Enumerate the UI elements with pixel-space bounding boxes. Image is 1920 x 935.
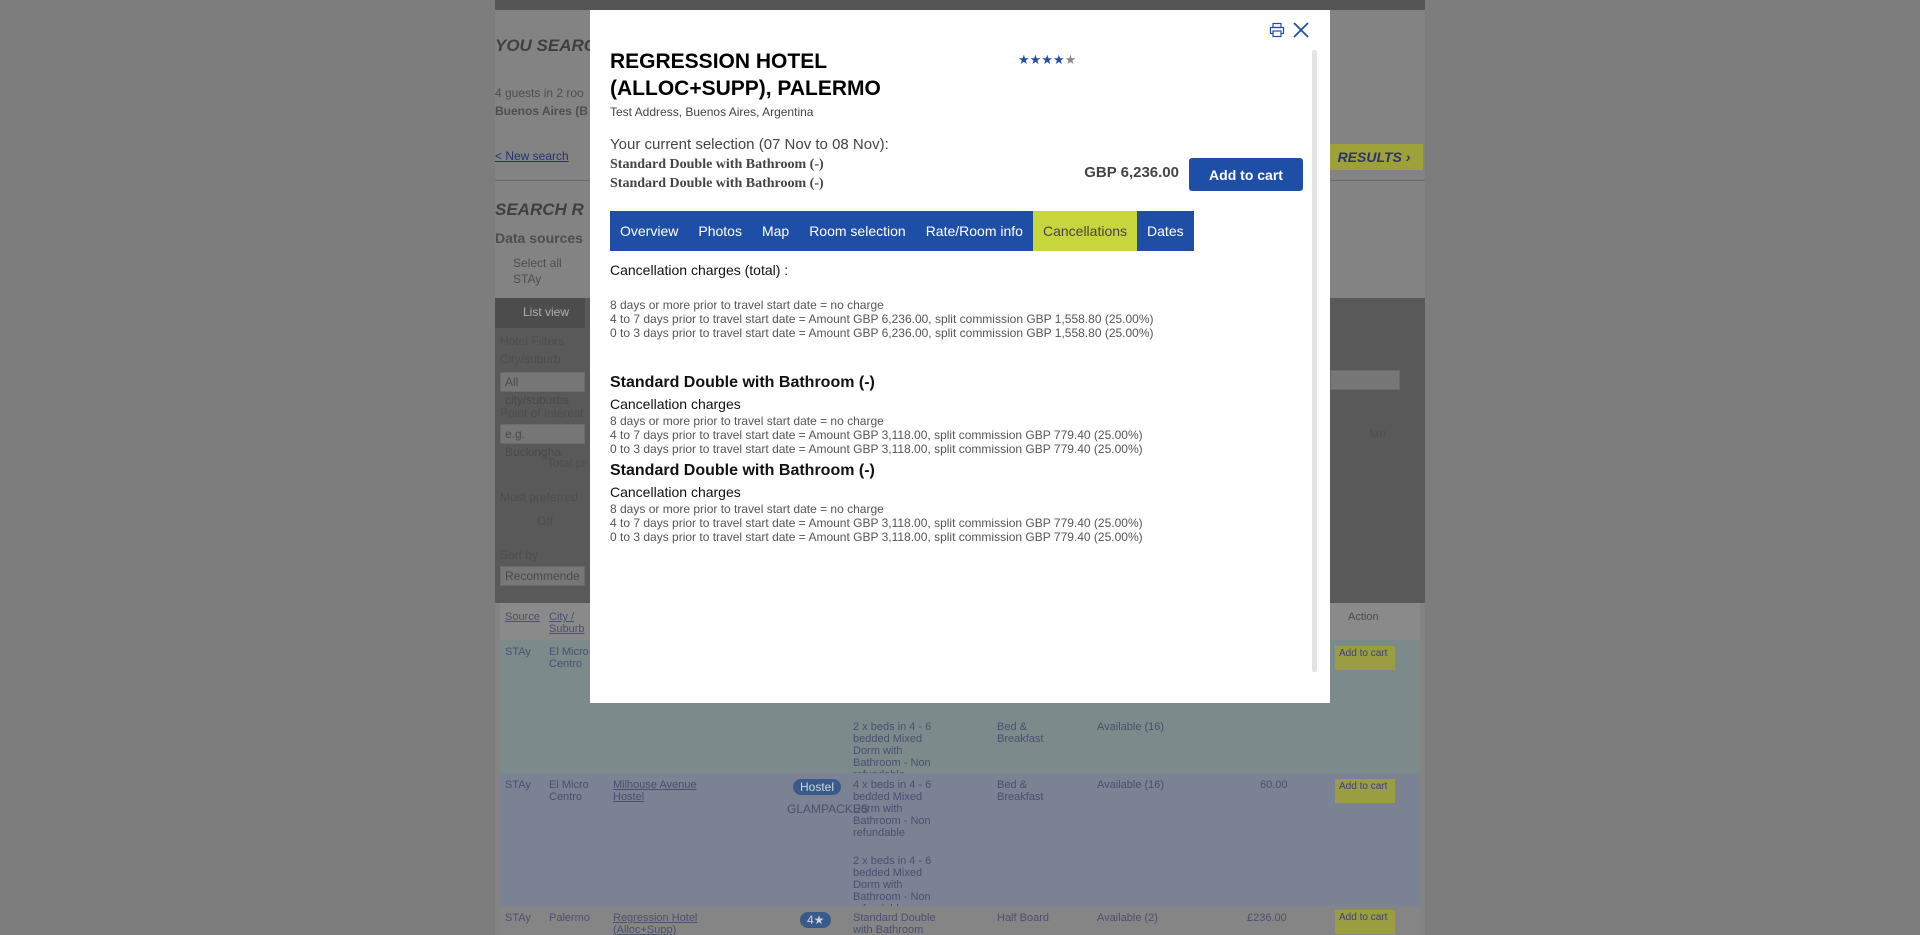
hotel-name: REGRESSION HOTEL (ALLOC+SUPP), PALERMO	[610, 50, 881, 100]
city-suburb-select[interactable]: All city/suburbs	[500, 372, 585, 407]
modal-scrollbar[interactable]	[1312, 50, 1317, 672]
cancellation-rule: 8 days or more prior to travel start dat…	[610, 298, 884, 312]
hostel-badge: Hostel	[793, 779, 842, 795]
close-icon[interactable]	[1292, 21, 1310, 39]
list-view-tab[interactable]: List view	[495, 298, 585, 328]
price-range-label: GBP 60.00 +	[1330, 462, 1400, 476]
add-to-cart-button[interactable]: Add to cart	[1335, 779, 1395, 803]
row-room: Standard Double with Bathroom	[853, 912, 936, 935]
row-source: STAy	[505, 779, 531, 791]
room-title: Standard Double with Bathroom (-)	[610, 374, 875, 391]
tab-map[interactable]: Map	[751, 211, 800, 251]
city-suburb-label: City/suburb	[500, 352, 561, 366]
search-results-heading: SEARCH R	[495, 200, 584, 219]
search-summary: 4 guests in 2 roo	[495, 86, 584, 100]
cancellation-rule: 8 days or more prior to travel start dat…	[610, 502, 884, 516]
hotel-address: Test Address, Buenos Aires, Argentina	[610, 105, 814, 119]
row-hotel-link[interactable]: Milhouse Avenue Hostel	[613, 779, 703, 803]
selection-item: Standard Double with Bathroom (-)	[610, 157, 824, 172]
row-price: £236.00	[1247, 912, 1287, 924]
total-price: GBP 6,236.00	[1084, 164, 1179, 181]
half-star-icon: ★	[1064, 52, 1077, 67]
most-preferred-toggle[interactable]: Off	[537, 514, 553, 528]
tab-rate-room-info[interactable]: Rate/Room info	[915, 211, 1033, 251]
row-city: El Micro Centro	[549, 646, 589, 670]
cancellation-total-heading: Cancellation charges (total) :	[610, 262, 789, 278]
star-icon: ★	[1029, 52, 1042, 67]
add-to-cart-button[interactable]: Add to cart	[1335, 646, 1395, 670]
print-icon[interactable]	[1268, 21, 1286, 39]
source-checkbox[interactable]: STAy	[513, 272, 541, 286]
hotel-details-modal: REGRESSION HOTEL (ALLOC+SUPP), PALERMO ★…	[590, 10, 1330, 703]
cancellation-rule: 0 to 3 days prior to travel start date =…	[610, 530, 1143, 544]
city-header[interactable]: City / Suburb	[549, 611, 589, 635]
selection-item: Standard Double with Bathroom (-)	[610, 176, 824, 191]
data-sources-label: Data sources	[495, 230, 583, 246]
star-rating: ★★★★★	[1018, 52, 1076, 68]
row-hotel-link[interactable]: Regression Hotel (Alloc+Supp)	[613, 912, 723, 935]
star-icon: ★	[1041, 52, 1053, 67]
search-heading: YOU SEARC	[495, 36, 597, 55]
star-icon: ★	[1052, 52, 1065, 67]
selection-title: Your current selection (07 Nov to 08 Nov…	[610, 136, 889, 153]
select-all-checkbox[interactable]: Select all	[513, 256, 562, 270]
most-preferred-label: Most preferred	[500, 490, 579, 504]
results-button-label: RESULTS	[1337, 149, 1402, 165]
cancellation-rule: 4 to 7 days prior to travel start date =…	[610, 428, 1143, 442]
modal-controls	[1268, 21, 1310, 39]
km-label: km	[1370, 426, 1386, 440]
star-badge: 4★	[800, 912, 832, 928]
search-location: Buenos Aires (B	[495, 104, 588, 118]
modal-tabs: Overview Photos Map Room selection Rate/…	[610, 211, 1194, 251]
cancellation-charges-label: Cancellation charges	[610, 396, 741, 412]
distance-select[interactable]	[1330, 370, 1400, 390]
poi-label: Point of interest	[500, 406, 584, 420]
row-board: Bed & Breakfast	[997, 779, 1044, 803]
row-source: STAy	[505, 646, 531, 658]
add-to-cart-button[interactable]: Add to cart	[1335, 910, 1395, 934]
cancellation-rule: 8 days or more prior to travel start dat…	[610, 414, 884, 428]
row-city: Palermo	[549, 912, 590, 924]
top-bar	[495, 0, 1425, 10]
tab-cancellations[interactable]: Cancellations	[1032, 211, 1138, 251]
poi-input[interactable]: e.g. Buckingha	[500, 424, 585, 459]
cancellation-charges-label: Cancellation charges	[610, 484, 741, 500]
sort-by-label: Sort by	[500, 548, 539, 562]
star-icon: ★	[1018, 52, 1030, 67]
row-source: STAy	[505, 912, 531, 924]
total-price-label: Total pr	[547, 456, 587, 470]
hotel-filter-label: Hotel Filters	[500, 334, 565, 348]
results-button[interactable]: RESULTS ›	[1325, 144, 1423, 170]
row-status: Available (16)	[1097, 721, 1165, 733]
tab-room-selection[interactable]: Room selection	[799, 211, 916, 251]
row-room: 2 x beds in 4 - 6 bedded Mixed Dorm with…	[853, 721, 932, 781]
cancellations-content: Cancellation charges (total) : 8 days or…	[610, 262, 1300, 544]
cancellation-rule: 4 to 7 days prior to travel start date =…	[610, 312, 1154, 326]
add-to-cart-button[interactable]: Add to cart	[1189, 158, 1303, 191]
cancellation-rule: 4 to 7 days prior to travel start date =…	[610, 516, 1143, 530]
row-board: Bed & Breakfast	[997, 721, 1044, 745]
cancellation-rule: 0 to 3 days prior to travel start date =…	[610, 442, 1143, 456]
room-title: Standard Double with Bathroom (-)	[610, 462, 875, 479]
action-header: Action	[1348, 611, 1379, 623]
tab-photos[interactable]: Photos	[688, 211, 752, 251]
row-status: Available (2)	[1097, 912, 1158, 924]
sort-by-select[interactable]: Recommende	[500, 566, 585, 586]
tab-dates[interactable]: Dates	[1137, 211, 1194, 251]
row-status: Available (16)	[1097, 779, 1165, 791]
row-price: 60.00	[1260, 779, 1288, 791]
row-room: 4 x beds in 4 - 6 bedded Mixed Dorm with…	[853, 779, 932, 839]
row-board: Half Board	[997, 912, 1049, 924]
list-view-label: List view	[523, 305, 570, 319]
new-search-link[interactable]: < New search	[495, 149, 569, 163]
brand-label: GLAMPACKES	[787, 802, 869, 816]
source-header[interactable]: Source	[505, 611, 540, 623]
row-city: El Micro Centro	[549, 779, 589, 803]
tab-overview[interactable]: Overview	[610, 211, 689, 251]
cancellation-rule: 0 to 3 days prior to travel start date =…	[610, 326, 1154, 340]
